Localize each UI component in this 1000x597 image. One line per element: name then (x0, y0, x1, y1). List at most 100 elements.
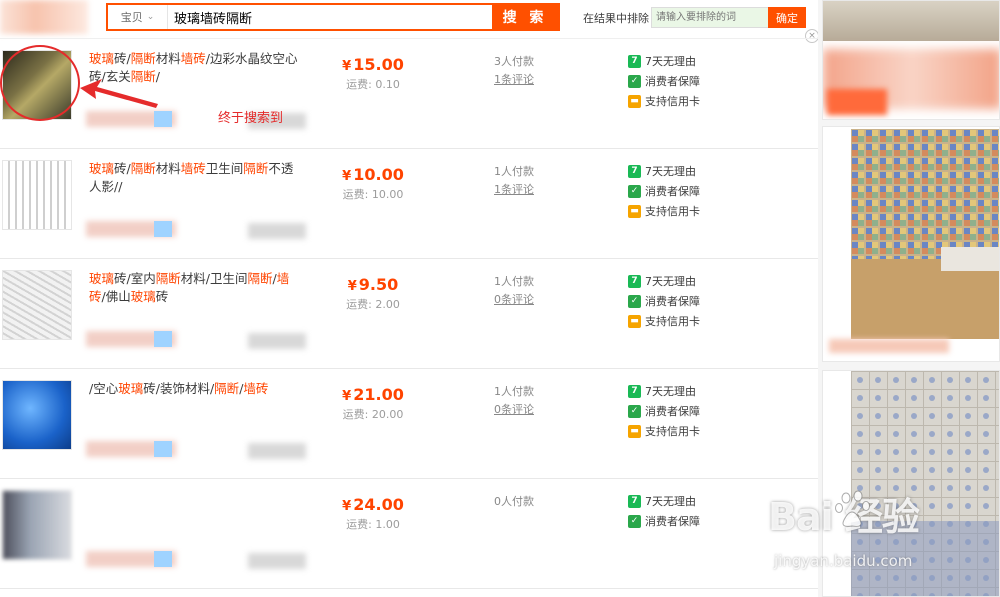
seller-badge (154, 111, 172, 127)
keyword-highlight: 隔断 (130, 51, 156, 66)
shipping-fee: 运费: 2.00 (346, 298, 400, 311)
location-blur (248, 553, 306, 569)
keyword-highlight: 玻璃 (89, 51, 115, 66)
price-value: 21.00 (353, 385, 404, 404)
service-tag[interactable]: ✓ 消费者保障 (628, 513, 700, 529)
credit-card-icon: ▬ (628, 204, 641, 218)
service-label: 消费者保障 (645, 185, 700, 198)
annotation-arrow-icon (80, 79, 158, 108)
ad-card-1[interactable] (822, 0, 1000, 120)
chevron-down-icon: ⌄ (146, 12, 155, 22)
service-label: 消费者保障 (645, 515, 700, 528)
service-tag[interactable]: ✓ 消费者保障 (628, 73, 700, 89)
credit-card-icon: ▬ (628, 424, 641, 438)
ad-caption-blur (829, 339, 949, 353)
product-title-link[interactable]: /空心玻璃砖/装饰材料/隔断/墙砖 (89, 380, 299, 398)
search-button[interactable]: 搜 索 (492, 5, 558, 29)
service-tag[interactable]: 7 7天无理由 (628, 493, 696, 509)
ad-image (823, 1, 999, 41)
service-tag[interactable]: ▬ 支持信用卡 (628, 203, 700, 219)
seven-day-icon: 7 (628, 164, 641, 178)
baidu-paw-icon (835, 490, 870, 527)
result-row: 玻璃砖/隔断材料墙砖卫生间隔断不透人影// ¥10.00 运费: 10.00 1人付款… (0, 149, 818, 259)
service-tag[interactable]: ✓ 消费者保障 (628, 183, 700, 199)
shield-icon: ✓ (628, 74, 641, 88)
product-title-link[interactable]: 玻璃砖/室内隔断材料/卫生间隔断/墙砖/佛山玻璃砖 (89, 270, 299, 306)
service-label: 7天无理由 (645, 165, 696, 178)
exclude-input[interactable] (651, 7, 769, 28)
service-tag[interactable]: ✓ 消费者保障 (628, 403, 700, 419)
seven-day-icon: 7 (628, 54, 641, 68)
keyword-highlight: 玻璃 (89, 271, 115, 286)
price: ¥9.50 (330, 275, 416, 294)
currency-symbol: ¥ (342, 499, 352, 514)
comments-link[interactable]: 1条评论 (494, 71, 534, 87)
title-text: 砖/室内 (114, 271, 156, 286)
ad-card-2[interactable] (822, 126, 1000, 362)
annotation-circle (0, 45, 80, 121)
seven-day-icon: 7 (628, 494, 641, 508)
blurred-logo (0, 0, 88, 34)
service-label: 支持信用卡 (645, 205, 700, 218)
keyword-highlight: 玻璃 (89, 161, 115, 176)
service-label: 支持信用卡 (645, 425, 700, 438)
service-tag[interactable]: 7 7天无理由 (628, 383, 696, 399)
search-input[interactable] (168, 5, 492, 29)
buyer-count: 1人付款 (494, 385, 534, 398)
title-text: 砖 (155, 289, 169, 304)
search-type-dropdown[interactable]: 宝贝 ⌄ (108, 5, 168, 29)
product-thumbnail[interactable] (2, 160, 72, 230)
service-tag[interactable]: 7 7天无理由 (628, 163, 696, 179)
service-label: 7天无理由 (645, 385, 696, 398)
title-text: 砖/装饰材料/ (143, 381, 215, 396)
search-type-label: 宝贝 (120, 11, 143, 24)
service-tag[interactable]: 7 7天无理由 (628, 53, 696, 69)
seller-badge (154, 441, 172, 457)
buyer-count: 1人付款 (494, 275, 534, 288)
credit-card-icon: ▬ (628, 314, 641, 328)
price-value: 24.00 (353, 495, 404, 514)
currency-symbol: ¥ (342, 389, 352, 404)
comments-link[interactable]: 1条评论 (494, 181, 534, 197)
service-label: 消费者保障 (645, 75, 700, 88)
buyer-count: 3人付款 (494, 55, 534, 68)
shield-icon: ✓ (628, 184, 641, 198)
top-search-bar: 宝贝 ⌄ 搜 索 在结果中排除 确定 (0, 0, 818, 38)
service-tag[interactable]: 7 7天无理由 (628, 273, 696, 289)
shield-icon: ✓ (628, 404, 641, 418)
watermark-url: jingyan.baidu.com (774, 552, 913, 570)
product-thumbnail[interactable] (2, 380, 72, 450)
shield-icon: ✓ (628, 294, 641, 308)
keyword-highlight: 玻璃 (130, 289, 156, 304)
keyword-highlight: 隔断 (243, 161, 269, 176)
price: ¥15.00 (330, 55, 416, 74)
ad-price-blur (827, 89, 887, 115)
price-value: 15.00 (353, 55, 404, 74)
buyer-count: 1人付款 (494, 165, 534, 178)
confirm-button[interactable]: 确定 (768, 7, 806, 28)
product-thumbnail[interactable] (2, 490, 72, 560)
shipping-fee: 运费: 20.00 (342, 408, 404, 421)
comments-link[interactable]: 0条评论 (494, 291, 534, 307)
product-thumbnail[interactable] (2, 270, 72, 340)
baidu-watermark: Bai 经验 jingyan.baidu.com (768, 480, 998, 580)
keyword-highlight: 墙砖 (180, 51, 206, 66)
product-title-link[interactable]: 玻璃砖/隔断材料墙砖卫生间隔断不透人影// (89, 160, 299, 196)
comments-link[interactable]: 0条评论 (494, 401, 534, 417)
result-row: 玻璃砖/室内隔断材料/卫生间隔断/墙砖/佛山玻璃砖 ¥9.50 运费: 2.00 1人… (0, 259, 818, 369)
service-tag[interactable]: ▬ 支持信用卡 (628, 423, 700, 439)
service-label: 支持信用卡 (645, 315, 700, 328)
location-blur (248, 333, 306, 349)
keyword-highlight: 玻璃 (118, 381, 144, 396)
price-value: 10.00 (353, 165, 404, 184)
service-tag[interactable]: ▬ 支持信用卡 (628, 93, 700, 109)
service-tag[interactable]: ▬ 支持信用卡 (628, 313, 700, 329)
seller-badge (154, 331, 172, 347)
buyer-count: 0人付款 (494, 495, 534, 508)
keyword-highlight: 隔断 (155, 271, 181, 286)
service-label: 消费者保障 (645, 405, 700, 418)
credit-card-icon: ▬ (628, 94, 641, 108)
service-tag[interactable]: ✓ 消费者保障 (628, 293, 700, 309)
title-text: /空心 (89, 381, 119, 396)
currency-symbol: ¥ (342, 169, 352, 184)
